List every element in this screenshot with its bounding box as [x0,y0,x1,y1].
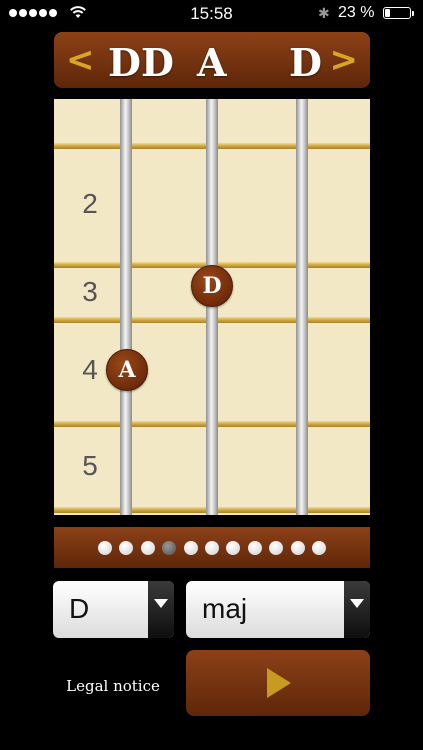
root-note-value: D [69,593,90,624]
chevron-down-icon[interactable] [344,581,370,638]
bluetooth-icon: ✱ [318,5,330,21]
root-note-select[interactable]: D [53,581,174,638]
tuning-note-3: D [289,40,322,85]
legal-notice-link[interactable]: Legal notice [48,677,178,695]
play-button[interactable] [186,650,370,716]
fret-number-3: 3 [82,276,98,307]
chord-type-value: maj [202,593,248,624]
status-bar: 15:58 ✱ 23 % [0,0,423,28]
fret-number-5: 5 [82,450,98,481]
page-dot[interactable] [162,541,177,555]
string-1 [120,99,132,515]
page-dot[interactable] [183,541,198,555]
page-dot[interactable] [98,541,112,555]
tuning-header: < DD A D > [54,32,370,88]
page-dot[interactable] [247,541,262,555]
string-2 [206,99,218,515]
note-marker-d[interactable]: D [191,265,233,307]
fretboard: 2 3 4 5 D A [54,99,370,515]
fret-number-2: 2 [82,188,98,219]
battery-icon [383,7,414,19]
tuning-note-2: A [197,40,227,85]
chord-pager [54,527,370,568]
page-dot[interactable] [290,541,305,555]
page-dot[interactable] [226,541,241,555]
string-3 [296,99,308,515]
page-dot[interactable] [140,541,155,555]
page-dot[interactable] [269,541,284,555]
battery-percent: 23 % [338,4,375,21]
note-marker-a[interactable]: A [106,349,148,391]
next-tuning-button[interactable]: > [330,40,359,80]
chevron-down-icon[interactable] [148,581,174,638]
page-dot[interactable] [119,541,134,555]
page-dot[interactable] [312,541,326,555]
tuning-note-1: DD [108,40,174,85]
previous-tuning-button[interactable]: < [66,40,95,80]
page-dot[interactable] [205,541,219,555]
chord-type-select[interactable]: maj [186,581,370,638]
